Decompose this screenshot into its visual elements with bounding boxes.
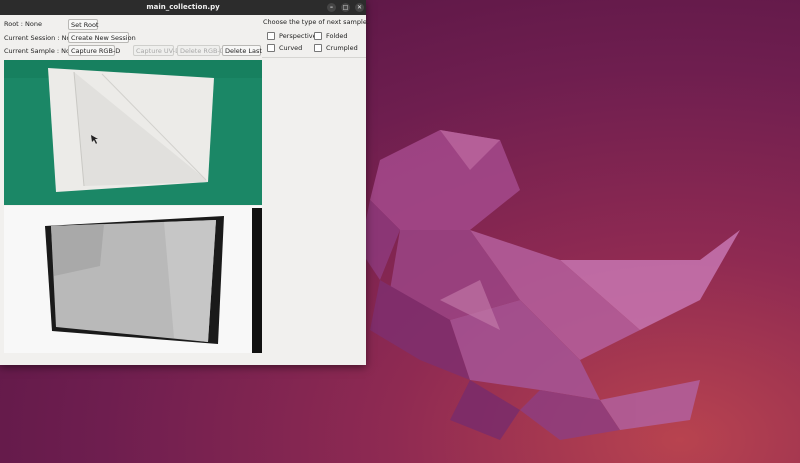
capture-rgbd-button[interactable]: Capture RGB-D xyxy=(68,45,120,56)
sample-type-prompt: Choose the type of next sample. xyxy=(263,18,369,26)
rgb-image xyxy=(4,60,262,205)
close-icon[interactable]: ✕ xyxy=(355,3,364,12)
checkbox-label: Crumpled xyxy=(326,44,358,52)
checkbox-label: Folded xyxy=(326,32,348,40)
checkbox-icon[interactable] xyxy=(314,32,322,40)
set-root-button[interactable]: Set Root xyxy=(68,19,98,30)
rgb-preview xyxy=(4,60,262,205)
window-title: main_collection.py xyxy=(146,3,220,11)
depth-edge-band xyxy=(252,208,262,353)
checkbox-icon[interactable] xyxy=(267,44,275,52)
minimize-icon[interactable]: – xyxy=(327,3,336,12)
maximize-icon[interactable]: □ xyxy=(341,3,350,12)
title-bar[interactable]: main_collection.py – □ ✕ xyxy=(0,0,366,15)
checkbox-perspective[interactable]: Perspective xyxy=(267,32,317,40)
delete-last-button[interactable]: Delete Last xyxy=(222,45,262,56)
sample-type-panel: Choose the type of next sample. Perspect… xyxy=(262,15,369,58)
capture-uvd-button[interactable]: Capture UV-D xyxy=(133,45,180,56)
checkbox-label: Curved xyxy=(279,44,303,52)
checkbox-icon[interactable] xyxy=(314,44,322,52)
checkbox-crumpled[interactable]: Crumpled xyxy=(314,44,358,52)
depth-preview xyxy=(4,206,262,353)
create-session-button[interactable]: Create New Session xyxy=(68,32,136,43)
checkbox-icon[interactable] xyxy=(267,32,275,40)
checkbox-label: Perspective xyxy=(279,32,317,40)
checkbox-folded[interactable]: Folded xyxy=(314,32,348,40)
depth-image xyxy=(4,206,262,353)
checkbox-curved[interactable]: Curved xyxy=(267,44,302,52)
app-window: main_collection.py – □ ✕ Root : None Set… xyxy=(0,0,369,365)
delete-rgbd-button[interactable]: Delete RGB-D xyxy=(177,45,225,56)
root-label: Root : None xyxy=(4,20,43,28)
